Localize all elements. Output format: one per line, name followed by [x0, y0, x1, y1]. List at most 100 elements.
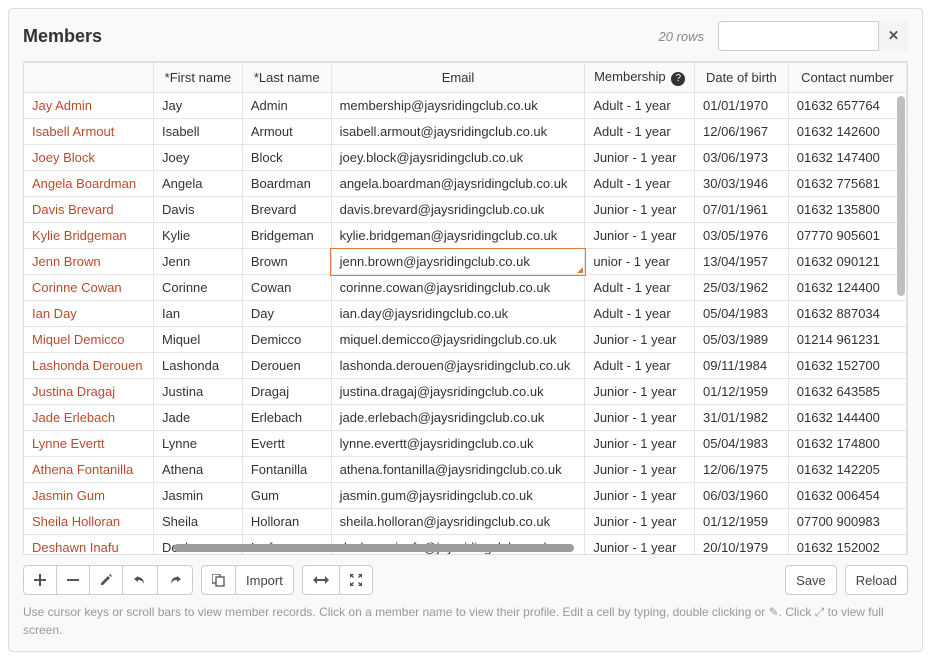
- cell-contact[interactable]: 01632 006454: [788, 483, 906, 509]
- cell-first-name[interactable]: Sheila: [153, 509, 242, 535]
- cell-last-name[interactable]: Boardman: [242, 171, 331, 197]
- cell-dob[interactable]: 06/03/1960: [695, 483, 789, 509]
- cell-first-name[interactable]: Corinne: [153, 275, 242, 301]
- cell-dob[interactable]: 03/05/1976: [695, 223, 789, 249]
- cell-email[interactable]: justina.dragaj@jaysridingclub.co.uk: [331, 379, 585, 405]
- member-link[interactable]: Deshawn Inafu: [32, 540, 119, 554]
- table-row[interactable]: Joey BlockJoeyBlockjoey.block@jaysriding…: [24, 145, 907, 171]
- cell-last-name[interactable]: Brown: [242, 249, 331, 275]
- cell-dob[interactable]: 05/04/1983: [695, 301, 789, 327]
- cell-contact[interactable]: 01632 657764: [788, 93, 906, 119]
- cell-dob[interactable]: 25/03/1962: [695, 275, 789, 301]
- table-row[interactable]: Angela BoardmanAngelaBoardmanangela.boar…: [24, 171, 907, 197]
- cell-contact[interactable]: 01632 887034: [788, 301, 906, 327]
- fullscreen-button[interactable]: [340, 565, 373, 595]
- cell-first-name[interactable]: Angela: [153, 171, 242, 197]
- cell-dob[interactable]: 20/10/1979: [695, 535, 789, 555]
- cell-dob[interactable]: 01/12/1959: [695, 379, 789, 405]
- cell-last-name[interactable]: Block: [242, 145, 331, 171]
- cell-dob[interactable]: 03/06/1973: [695, 145, 789, 171]
- cell-membership[interactable]: Junior - 1 year: [585, 509, 695, 535]
- reload-button[interactable]: Reload: [845, 565, 908, 595]
- member-link[interactable]: Lynne Evertt: [32, 436, 105, 451]
- undo-button[interactable]: [123, 565, 158, 595]
- cell-contact[interactable]: 01632 135800: [788, 197, 906, 223]
- import-button[interactable]: Import: [236, 565, 294, 595]
- cell-first-name[interactable]: Jasmin: [153, 483, 242, 509]
- cell-contact[interactable]: 07700 900983: [788, 509, 906, 535]
- add-button[interactable]: [23, 565, 57, 595]
- cell-email[interactable]: davis.brevard@jaysridingclub.co.uk: [331, 197, 585, 223]
- cell-contact[interactable]: 01632 152700: [788, 353, 906, 379]
- search-clear-button[interactable]: ✕: [878, 21, 908, 51]
- help-icon[interactable]: ?: [671, 72, 685, 86]
- col-header-first-name[interactable]: *First name: [153, 63, 242, 93]
- cell-contact[interactable]: 01632 090121: [788, 249, 906, 275]
- cell-contact[interactable]: 01632 174800: [788, 431, 906, 457]
- cell-email[interactable]: jenn.brown@jaysridingclub.co.uk: [331, 249, 585, 275]
- cell-first-name[interactable]: Davis: [153, 197, 242, 223]
- cell-last-name[interactable]: Day: [242, 301, 331, 327]
- cell-fullname[interactable]: Justina Dragaj: [24, 379, 153, 405]
- cell-first-name[interactable]: Jenn: [153, 249, 242, 275]
- table-row[interactable]: Corinne CowanCorinneCowancorinne.cowan@j…: [24, 275, 907, 301]
- cell-membership[interactable]: Junior - 1 year: [585, 223, 695, 249]
- cell-dob[interactable]: 31/01/1982: [695, 405, 789, 431]
- cell-email[interactable]: ian.day@jaysridingclub.co.uk: [331, 301, 585, 327]
- cell-email[interactable]: sheila.holloran@jaysridingclub.co.uk: [331, 509, 585, 535]
- col-header-contact[interactable]: Contact number: [788, 63, 906, 93]
- cell-fullname[interactable]: Sheila Holloran: [24, 509, 153, 535]
- member-link[interactable]: Sheila Holloran: [32, 514, 120, 529]
- cell-dob[interactable]: 01/01/1970: [695, 93, 789, 119]
- cell-email[interactable]: kylie.bridgeman@jaysridingclub.co.uk: [331, 223, 585, 249]
- table-row[interactable]: Jade ErlebachJadeErlebachjade.erlebach@j…: [24, 405, 907, 431]
- cell-contact[interactable]: 01632 142600: [788, 119, 906, 145]
- cell-membership[interactable]: Adult - 1 year: [585, 171, 695, 197]
- cell-email[interactable]: isabell.armout@jaysridingclub.co.uk: [331, 119, 585, 145]
- cell-email[interactable]: lashonda.derouen@jaysridingclub.co.uk: [331, 353, 585, 379]
- cell-contact[interactable]: 01632 775681: [788, 171, 906, 197]
- cell-contact[interactable]: 07770 905601: [788, 223, 906, 249]
- cell-membership[interactable]: Junior - 1 year: [585, 327, 695, 353]
- cell-membership[interactable]: Adult - 1 year: [585, 353, 695, 379]
- cell-contact[interactable]: 01632 144400: [788, 405, 906, 431]
- cell-fullname[interactable]: Ian Day: [24, 301, 153, 327]
- cell-first-name[interactable]: Justina: [153, 379, 242, 405]
- resize-button[interactable]: [302, 565, 340, 595]
- cell-email[interactable]: corinne.cowan@jaysridingclub.co.uk: [331, 275, 585, 301]
- cell-email[interactable]: jasmin.gum@jaysridingclub.co.uk: [331, 483, 585, 509]
- cell-first-name[interactable]: Joey: [153, 145, 242, 171]
- cell-email[interactable]: angela.boardman@jaysridingclub.co.uk: [331, 171, 585, 197]
- copy-button[interactable]: [201, 565, 236, 595]
- cell-last-name[interactable]: Fontanilla: [242, 457, 331, 483]
- cell-first-name[interactable]: Kylie: [153, 223, 242, 249]
- cell-fullname[interactable]: Lynne Evertt: [24, 431, 153, 457]
- table-row[interactable]: Sheila HolloranSheilaHolloransheila.holl…: [24, 509, 907, 535]
- cell-last-name[interactable]: Admin: [242, 93, 331, 119]
- cell-membership[interactable]: Adult - 1 year: [585, 119, 695, 145]
- table-row[interactable]: Justina DragajJustinaDragajjustina.draga…: [24, 379, 907, 405]
- cell-first-name[interactable]: Lashonda: [153, 353, 242, 379]
- cell-membership[interactable]: Junior - 1 year: [585, 145, 695, 171]
- cell-email[interactable]: lynne.evertt@jaysridingclub.co.uk: [331, 431, 585, 457]
- cell-email[interactable]: miquel.demicco@jaysridingclub.co.uk: [331, 327, 585, 353]
- cell-membership[interactable]: Junior - 1 year: [585, 431, 695, 457]
- cell-email[interactable]: joey.block@jaysridingclub.co.uk: [331, 145, 585, 171]
- cell-fullname[interactable]: Lashonda Derouen: [24, 353, 153, 379]
- cell-email[interactable]: athena.fontanilla@jaysridingclub.co.uk: [331, 457, 585, 483]
- col-header-dob[interactable]: Date of birth: [695, 63, 789, 93]
- cell-dob[interactable]: 13/04/1957: [695, 249, 789, 275]
- cell-dob[interactable]: 12/06/1975: [695, 457, 789, 483]
- cell-first-name[interactable]: Miquel: [153, 327, 242, 353]
- col-header-email[interactable]: Email: [331, 63, 585, 93]
- cell-membership[interactable]: Junior - 1 year: [585, 197, 695, 223]
- cell-fullname[interactable]: Deshawn Inafu: [24, 535, 153, 555]
- cell-dob[interactable]: 12/06/1967: [695, 119, 789, 145]
- member-link[interactable]: Jay Admin: [32, 98, 92, 113]
- cell-fullname[interactable]: Jasmin Gum: [24, 483, 153, 509]
- cell-membership[interactable]: Junior - 1 year: [585, 535, 695, 555]
- remove-button[interactable]: [57, 565, 90, 595]
- cell-membership[interactable]: Junior - 1 year: [585, 405, 695, 431]
- cell-first-name[interactable]: Jade: [153, 405, 242, 431]
- cell-last-name[interactable]: Erlebach: [242, 405, 331, 431]
